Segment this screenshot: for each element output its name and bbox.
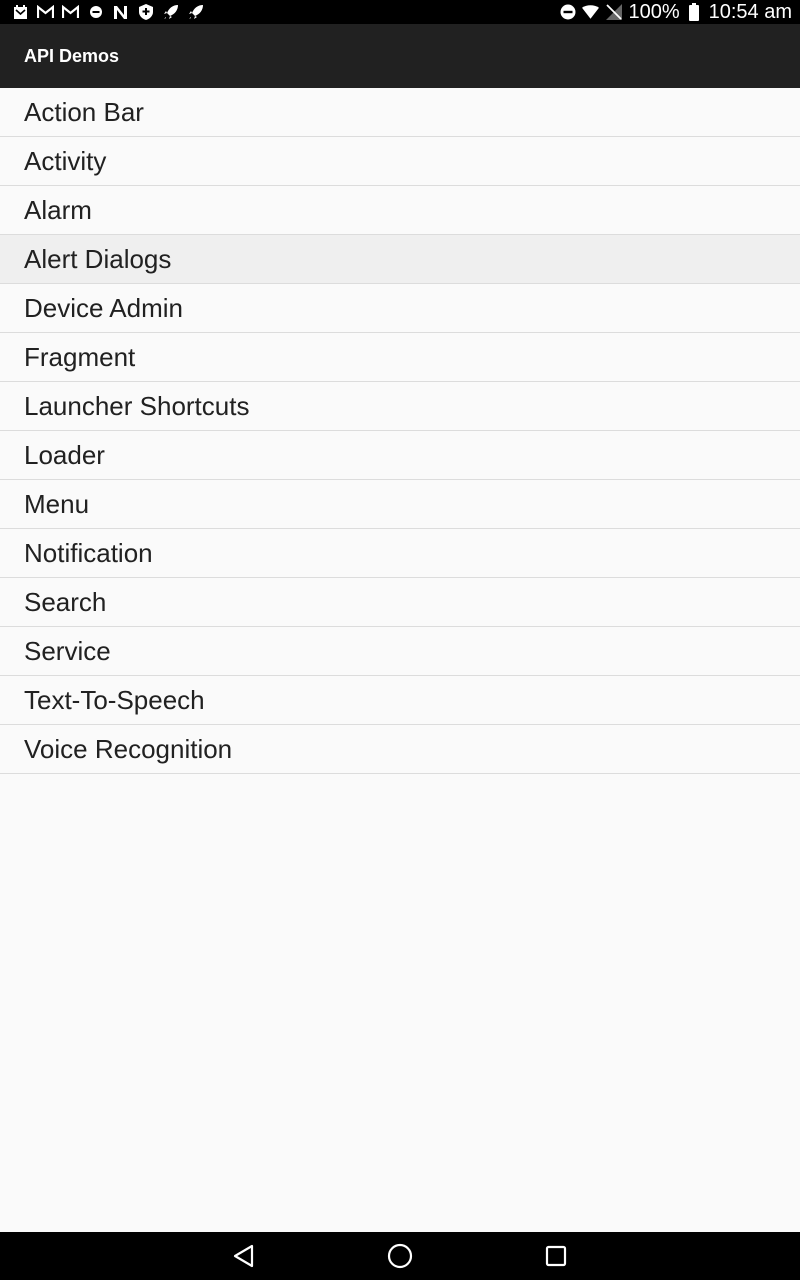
list-item-label: Notification [24, 537, 153, 568]
list-item-notification[interactable]: Notification [0, 529, 800, 578]
status-bar: 100% 10:54 am [0, 0, 800, 24]
list-item-menu[interactable]: Menu [0, 480, 800, 529]
list-item-label: Loader [24, 439, 105, 470]
wifi-icon [582, 4, 600, 21]
list-item-label: Menu [24, 488, 90, 519]
list-item-label: Service [24, 635, 111, 666]
home-icon [387, 1243, 413, 1269]
dnd-icon [559, 4, 576, 21]
recents-button[interactable] [526, 1232, 586, 1280]
list-item-label: Launcher Shortcuts [24, 390, 250, 421]
list-item-alarm[interactable]: Alarm [0, 186, 800, 235]
list-item-voice-recognition[interactable]: Voice Recognition [0, 725, 800, 774]
list-item-activity[interactable]: Activity [0, 137, 800, 186]
back-icon [233, 1244, 254, 1268]
list-item-loader[interactable]: Loader [0, 431, 800, 480]
list-item-fragment[interactable]: Fragment [0, 333, 800, 382]
gmail-calendar-icon [12, 4, 29, 21]
clock: 10:54 am [708, 1, 792, 23]
shield-icon [137, 4, 154, 21]
list-item-label: Alert Dialogs [24, 243, 172, 274]
app-bar: API Demos [0, 24, 800, 88]
rocket-icon [162, 4, 179, 21]
gmail-icon [37, 4, 54, 21]
home-button[interactable] [370, 1232, 430, 1280]
list-item-label: Fragment [24, 341, 136, 372]
notification-icons [12, 3, 204, 21]
list-item-device-admin[interactable]: Device Admin [0, 284, 800, 333]
gmail-icon [62, 4, 79, 21]
list-item-action-bar[interactable]: Action Bar [0, 88, 800, 137]
list-item-alert-dialogs[interactable]: Alert Dialogs [0, 235, 800, 284]
list-item-label: Alarm [24, 194, 92, 225]
list-item-text-to-speech[interactable]: Text-To-Speech [0, 676, 800, 725]
dnd-small-icon [87, 4, 104, 21]
rocket-icon [187, 4, 204, 21]
list-item-label: Voice Recognition [24, 733, 233, 764]
list-item-label: Action Bar [24, 96, 144, 127]
screen: 100% 10:54 am API Demos Action Bar Activ… [0, 0, 800, 1280]
recents-icon [545, 1245, 567, 1267]
list-item-label: Search [24, 586, 107, 617]
list-item-launcher-shortcuts[interactable]: Launcher Shortcuts [0, 382, 800, 431]
battery-percentage: 100% [628, 1, 680, 23]
no-signal-icon [605, 4, 622, 21]
list-item-label: Activity [24, 145, 107, 176]
system-status: 100% 10:54 am [559, 0, 792, 24]
list-item-search[interactable]: Search [0, 578, 800, 627]
n-icon [112, 4, 129, 21]
back-button[interactable] [214, 1232, 274, 1280]
battery-icon [686, 3, 703, 21]
app-title: API Demos [24, 46, 120, 66]
list-item-label: Device Admin [24, 292, 183, 323]
list-item-label: Text-To-Speech [24, 684, 205, 715]
list-item-service[interactable]: Service [0, 627, 800, 676]
demo-list: Action Bar Activity Alarm Alert Dialogs … [0, 88, 800, 774]
navigation-bar [0, 1232, 800, 1280]
